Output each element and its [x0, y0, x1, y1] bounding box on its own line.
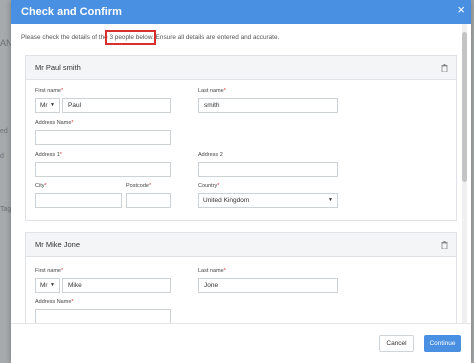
required-marker: *	[59, 152, 62, 158]
address-name-input[interactable]	[35, 309, 171, 323]
chevron-down-icon: ▼	[50, 102, 55, 108]
title-select[interactable]: Mr ▼	[35, 278, 60, 293]
chevron-down-icon: ▼	[50, 282, 55, 288]
address-name-label: Address Name*	[35, 299, 74, 305]
continue-button[interactable]: Continue	[424, 335, 461, 352]
intro-text: Please check the details of the 3 people…	[21, 30, 280, 45]
modal-title: Check and Confirm	[21, 6, 122, 18]
first-name-label: First name*	[35, 268, 63, 274]
modal-header: Check and Confirm	[11, 0, 471, 24]
intro-text-end: . Ensure all details are entered and acc…	[152, 34, 280, 41]
cancel-button[interactable]: Cancel	[379, 335, 414, 352]
last-name-input[interactable]: Jone	[198, 278, 338, 293]
required-marker: *	[44, 183, 47, 189]
last-name-input[interactable]: smith	[198, 98, 338, 113]
required-marker: *	[148, 183, 152, 189]
person-card: Mr Mike Jone First name* Mr ▼ Mike Last n…	[25, 232, 457, 323]
check-and-confirm-modal: Check and Confirm × Please check the det…	[11, 0, 471, 363]
last-name-label-text: Last name	[198, 88, 224, 94]
modal-footer: Cancel Continue	[11, 323, 471, 363]
first-name-label-text: First name	[35, 268, 61, 274]
modal-body: Please check the details of the 3 people…	[11, 24, 471, 323]
chevron-down-icon: ▼	[328, 197, 333, 203]
city-input[interactable]	[35, 193, 122, 208]
first-name-input[interactable]: Paul	[62, 98, 171, 113]
trash-icon[interactable]	[441, 241, 448, 249]
first-name-label-text: First name	[35, 88, 61, 94]
person-card: Mr Paul smith First name* Mr ▼ Paul Last …	[25, 55, 457, 221]
person-name: Mr Mike Jone	[35, 240, 81, 249]
title-select-value: Mr	[40, 282, 48, 289]
address-name-label-text: Address Name	[35, 120, 72, 126]
people-count-highlight: 3 people below	[105, 30, 157, 45]
postcode-label-text: Postcode	[126, 183, 149, 189]
person-card-header: Mr Mike Jone	[26, 233, 456, 257]
first-name-input[interactable]: Mike	[62, 278, 171, 293]
required-marker: *	[71, 120, 74, 126]
address1-label: Address 1*	[35, 152, 62, 158]
postcode-label: Postcode*	[126, 183, 151, 189]
close-icon[interactable]: ×	[457, 3, 465, 17]
required-marker: *	[60, 268, 64, 274]
last-name-label: Last name*	[198, 88, 226, 94]
address-name-label-text: Address Name	[35, 299, 72, 305]
address2-label: Address 2	[198, 152, 223, 158]
title-select-value: Mr	[40, 102, 48, 109]
last-name-label-text: Last name	[198, 268, 224, 274]
required-marker: *	[217, 183, 220, 189]
required-marker: *	[60, 88, 64, 94]
postcode-input[interactable]	[126, 193, 171, 208]
country-label-text: Country	[198, 183, 218, 189]
address2-input[interactable]	[198, 162, 338, 177]
trash-icon[interactable]	[441, 64, 448, 72]
country-select-value: United Kingdom	[203, 197, 250, 204]
address-name-input[interactable]	[35, 130, 171, 145]
person-name: Mr Paul smith	[35, 63, 81, 72]
intro-text-start: Please check the details of the	[21, 34, 110, 41]
title-select[interactable]: Mr ▼	[35, 98, 60, 113]
modal-scroll-thumb[interactable]	[462, 32, 467, 182]
person-card-header: Mr Paul smith	[26, 56, 456, 80]
address1-label-text: Address 1	[35, 152, 60, 158]
address1-input[interactable]	[35, 162, 171, 177]
city-label: City*	[35, 183, 47, 189]
last-name-label: Last name*	[198, 268, 226, 274]
address-name-label: Address Name*	[35, 120, 74, 126]
required-marker: *	[71, 299, 74, 305]
required-marker: *	[223, 268, 226, 274]
required-marker: *	[223, 88, 226, 94]
first-name-label: First name*	[35, 88, 63, 94]
country-label: Country*	[198, 183, 219, 189]
country-select[interactable]: United Kingdom ▼	[198, 193, 338, 208]
